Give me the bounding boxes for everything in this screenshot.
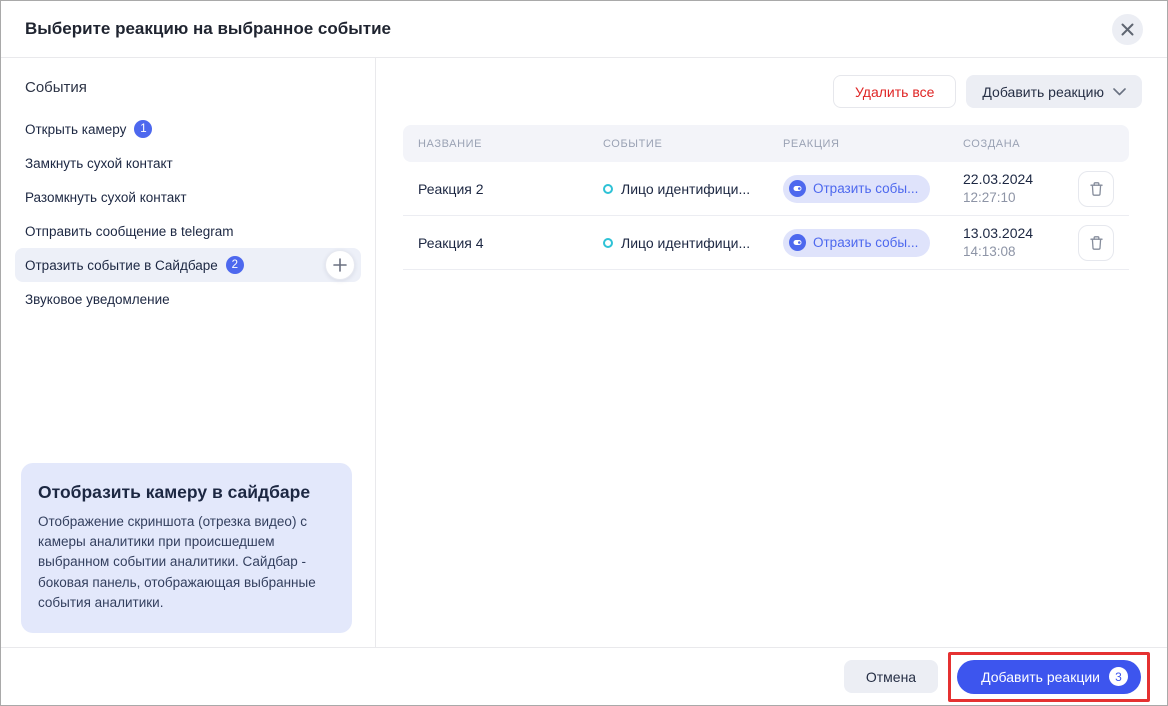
- trash-icon: [1089, 235, 1104, 251]
- created-time: 12:27:10: [963, 189, 1078, 207]
- event-item-label: Открыть камеру: [25, 122, 126, 137]
- dialog-title: Выберите реакцию на выбранное событие: [25, 19, 391, 39]
- event-item-label: Замкнуть сухой контакт: [25, 156, 173, 171]
- add-reaction-dropdown-label: Добавить реакцию: [982, 84, 1104, 100]
- created-date: 13.03.2024: [963, 224, 1078, 243]
- delete-row-button[interactable]: [1078, 225, 1114, 261]
- events-sidebar: События Открыть камеру 1 Замкнуть сухой …: [1, 58, 376, 647]
- reactions-table: НАЗВАНИЕ СОБЫТИЕ РЕАКЦИЯ СОЗДАНА Реакция…: [403, 125, 1129, 270]
- created-time: 14:13:08: [963, 243, 1078, 261]
- reaction-event-cell: Лицо идентифици...: [603, 181, 783, 197]
- count-badge: 1: [134, 120, 152, 138]
- red-highlight-annotation: Добавить реакции 3: [948, 652, 1150, 702]
- created-cell: 22.03.2024 12:27:10: [963, 170, 1078, 207]
- event-item-label: Звуковое уведомление: [25, 292, 170, 307]
- cancel-button[interactable]: Отмена: [844, 660, 938, 693]
- column-header-reaction: РЕАКЦИЯ: [783, 138, 963, 150]
- event-list: Открыть камеру 1 Замкнуть сухой контакт …: [15, 112, 361, 316]
- info-card: Отобразить камеру в сайдбаре Отображение…: [21, 463, 352, 633]
- event-name: Лицо идентифици...: [621, 235, 750, 251]
- reaction-event-cell: Лицо идентифици...: [603, 235, 783, 251]
- delete-all-button[interactable]: Удалить все: [833, 75, 956, 108]
- reaction-chip-label: Отразить собы...: [813, 235, 918, 250]
- reaction-cell: Отразить собы...: [783, 229, 963, 257]
- event-name: Лицо идентифици...: [621, 181, 750, 197]
- add-reaction-dropdown-button[interactable]: Добавить реакцию: [966, 75, 1142, 108]
- chevron-down-icon: [1113, 88, 1126, 96]
- trash-icon: [1089, 181, 1104, 197]
- sidebar-item-telegram-message[interactable]: Отправить сообщение в telegram: [15, 214, 361, 248]
- table-header-row: НАЗВАНИЕ СОБЫТИЕ РЕАКЦИЯ СОЗДАНА: [403, 125, 1129, 162]
- reaction-dialog: Выберите реакцию на выбранное событие Со…: [0, 0, 1168, 706]
- reactions-toolbar: Удалить все Добавить реакцию: [403, 75, 1142, 108]
- submit-button-label: Добавить реакции: [981, 669, 1100, 685]
- reaction-name: Реакция 2: [418, 181, 603, 197]
- submit-count-badge: 3: [1109, 667, 1128, 686]
- reactions-panel: Удалить все Добавить реакцию НАЗВАНИЕ СО…: [376, 58, 1167, 647]
- plus-icon: [333, 258, 347, 272]
- sidebar-item-sidebar-event[interactable]: Отразить событие в Сайдбаре 2: [15, 248, 361, 282]
- event-item-label: Отразить событие в Сайдбаре: [25, 258, 218, 273]
- actions-cell: [1078, 225, 1114, 261]
- sidebar-title: События: [1, 58, 375, 96]
- event-status-icon: [603, 184, 613, 194]
- reaction-chip[interactable]: Отразить собы...: [783, 175, 930, 203]
- event-status-icon: [603, 238, 613, 248]
- info-card-title: Отобразить камеру в сайдбаре: [38, 482, 335, 503]
- reaction-cell: Отразить собы...: [783, 175, 963, 203]
- column-header-event: СОБЫТИЕ: [603, 138, 783, 150]
- close-button[interactable]: [1112, 14, 1143, 45]
- column-header-name: НАЗВАНИЕ: [418, 138, 603, 150]
- sidebar-reaction-icon: [789, 234, 806, 251]
- add-reaction-plus-button[interactable]: [325, 250, 355, 280]
- table-row: Реакция 2 Лицо идентифици... Отразить со…: [403, 162, 1129, 216]
- delete-row-button[interactable]: [1078, 171, 1114, 207]
- sidebar-item-open-camera[interactable]: Открыть камеру 1: [15, 112, 361, 146]
- dialog-body: События Открыть камеру 1 Замкнуть сухой …: [1, 58, 1167, 647]
- sidebar-item-open-dry-contact[interactable]: Разомкнуть сухой контакт: [15, 180, 361, 214]
- table-row: Реакция 4 Лицо идентифици... Отразить со…: [403, 216, 1129, 270]
- sidebar-item-sound-notification[interactable]: Звуковое уведомление: [15, 282, 361, 316]
- reaction-chip[interactable]: Отразить собы...: [783, 229, 930, 257]
- dialog-footer: Отмена Добавить реакции 3: [1, 647, 1167, 705]
- created-cell: 13.03.2024 14:13:08: [963, 224, 1078, 261]
- count-badge: 2: [226, 256, 244, 274]
- reaction-chip-label: Отразить собы...: [813, 181, 918, 196]
- created-date: 22.03.2024: [963, 170, 1078, 189]
- close-icon: [1121, 23, 1134, 36]
- dialog-header: Выберите реакцию на выбранное событие: [1, 1, 1167, 58]
- info-card-body: Отображение скриншота (отрезка видео) с …: [38, 512, 335, 613]
- sidebar-item-close-dry-contact[interactable]: Замкнуть сухой контакт: [15, 146, 361, 180]
- actions-cell: [1078, 171, 1114, 207]
- sidebar-reaction-icon: [789, 180, 806, 197]
- reaction-name: Реакция 4: [418, 235, 603, 251]
- column-header-created: СОЗДАНА: [963, 138, 1078, 150]
- event-item-label: Отправить сообщение в telegram: [25, 224, 234, 239]
- add-reactions-submit-button[interactable]: Добавить реакции 3: [957, 660, 1141, 694]
- event-item-label: Разомкнуть сухой контакт: [25, 190, 187, 205]
